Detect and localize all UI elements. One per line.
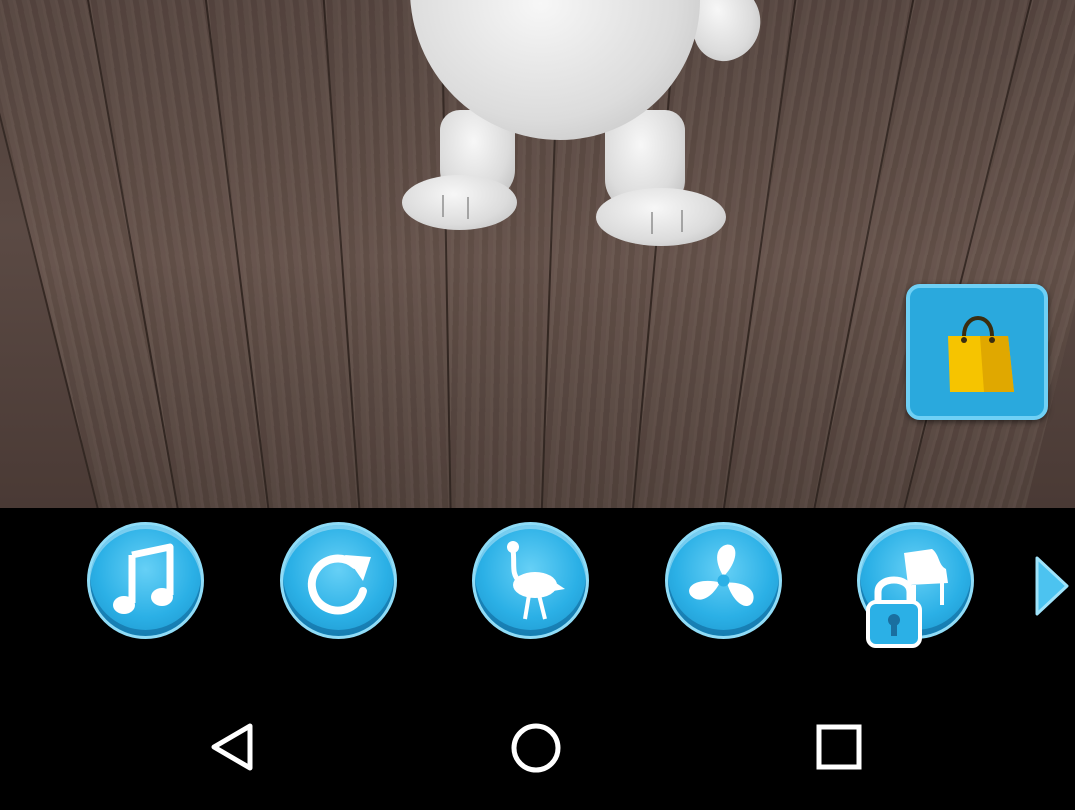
cat-paw[interactable] xyxy=(596,188,726,246)
recents-button[interactable] xyxy=(816,724,862,774)
shopping-bag-icon xyxy=(948,316,1014,392)
paw-toe-line xyxy=(467,197,469,219)
paw-toe-line xyxy=(442,195,444,217)
paw-toe-line xyxy=(681,210,683,232)
cat-paw[interactable] xyxy=(402,175,517,230)
next-page-button[interactable] xyxy=(1033,554,1069,622)
paw-toe-line xyxy=(651,212,653,234)
home-circle-icon xyxy=(511,723,561,773)
lock-icon xyxy=(862,570,926,650)
redo-arrow-icon xyxy=(307,554,371,615)
replay-button[interactable] xyxy=(280,522,397,639)
shop-button[interactable] xyxy=(906,284,1048,420)
action-toolbar xyxy=(0,508,1075,668)
ostrich-icon xyxy=(507,541,565,620)
music-note-icon xyxy=(113,543,174,614)
recents-square-icon xyxy=(816,724,862,770)
back-triangle-icon xyxy=(211,723,253,771)
chevron-right-icon xyxy=(1035,556,1069,616)
music-button[interactable] xyxy=(87,522,204,639)
game-scene[interactable] xyxy=(0,0,1075,508)
ostrich-button[interactable] xyxy=(472,522,589,639)
fan-button[interactable] xyxy=(665,522,782,639)
home-button[interactable] xyxy=(510,722,562,778)
back-button[interactable] xyxy=(208,722,254,776)
fan-icon xyxy=(689,544,754,606)
android-navigation-bar xyxy=(0,668,1075,810)
